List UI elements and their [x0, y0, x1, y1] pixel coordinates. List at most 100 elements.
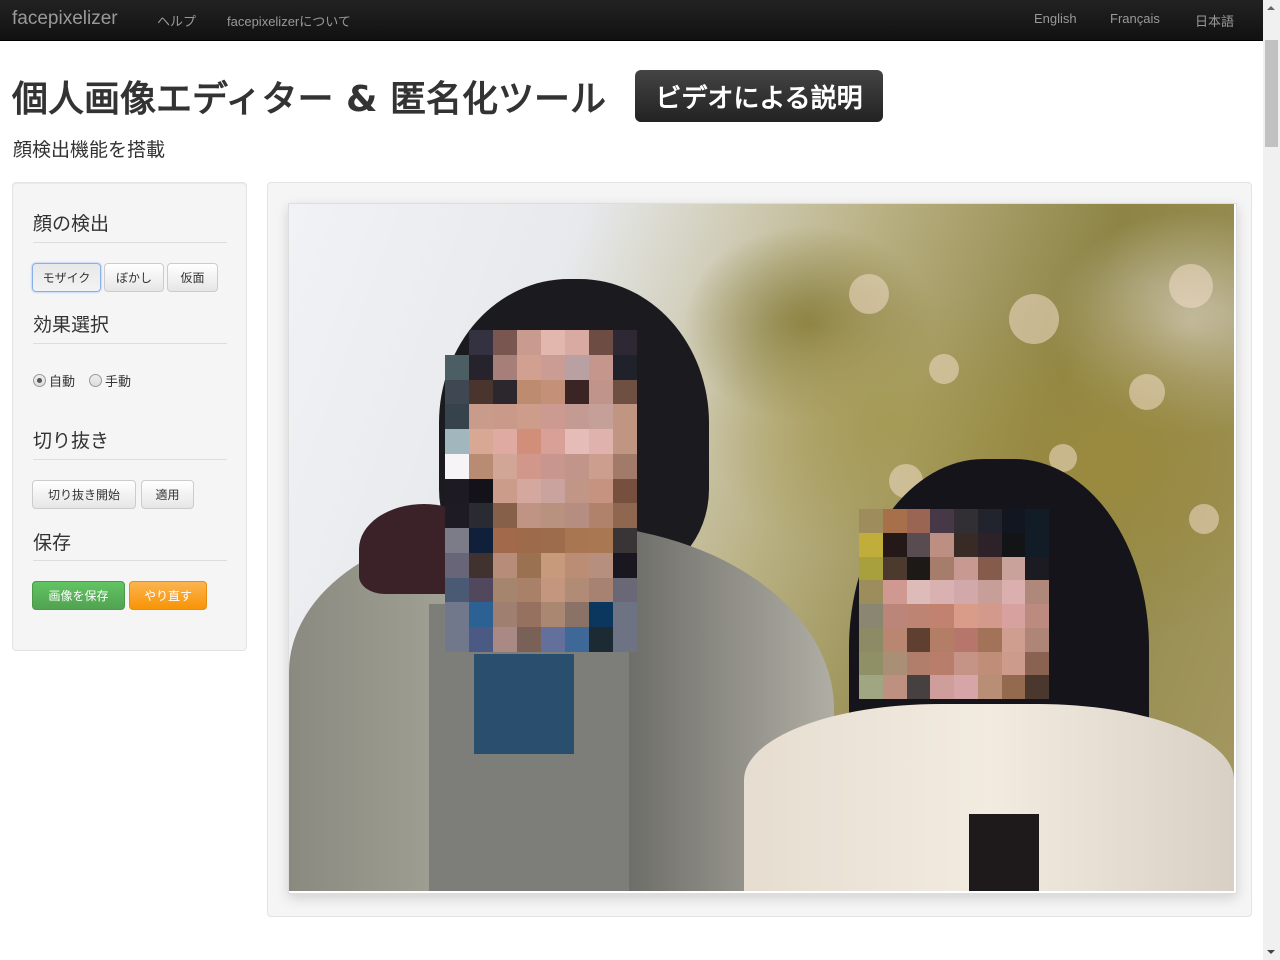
mosaic-pixel [930, 532, 954, 557]
mosaic-pixel [445, 627, 469, 652]
mosaic-pixel [445, 503, 469, 529]
mosaic-pixel [859, 580, 883, 604]
auto-radio-label[interactable]: 自動 [49, 371, 75, 390]
mosaic-pixel [1001, 509, 1026, 533]
mosaic-pixel [565, 379, 589, 405]
video-explanation-button[interactable]: ビデオによる説明 [635, 70, 883, 122]
mosaic-pixel [565, 503, 589, 529]
mosaic-pixel [565, 552, 589, 578]
mosaic-button[interactable]: モザイク [32, 263, 101, 292]
mosaic-pixel [469, 552, 493, 578]
mosaic-pixel [589, 429, 613, 454]
mosaic-pixel [930, 556, 954, 581]
mosaic-pixel [517, 602, 541, 628]
manual-radio-label[interactable]: 手動 [105, 371, 131, 390]
mosaic-pixel [469, 503, 493, 529]
save-image-button[interactable]: 画像を保存 [32, 581, 125, 610]
mosaic-pixel [882, 651, 907, 676]
image-canvas[interactable] [288, 203, 1237, 894]
mosaic-pixel [445, 552, 469, 578]
mosaic-pixel [906, 604, 931, 628]
mosaic-pixel [493, 552, 517, 578]
mosaic-pixel [882, 532, 907, 557]
mosaic-pixel [1025, 675, 1049, 699]
mosaic-pixel [541, 478, 565, 504]
mosaic-pixel [859, 604, 883, 628]
mosaic-pixel [882, 509, 907, 533]
mosaic-pixel [613, 478, 637, 504]
scroll-up-arrow-icon[interactable] [1267, 6, 1275, 10]
brand-logo[interactable]: facepixelizer [12, 8, 118, 30]
mosaic-pixel [589, 627, 613, 652]
top-navbar: facepixelizer ヘルプ facepixelizerについて Engl… [0, 0, 1263, 41]
mosaic-pixel [977, 675, 1002, 699]
scrollbar-thumb[interactable] [1265, 40, 1278, 147]
redo-button[interactable]: やり直す [129, 581, 207, 610]
divider [33, 343, 227, 344]
mosaic-pixel [977, 580, 1002, 604]
mosaic-pixel [1001, 627, 1026, 652]
mosaic-pixel [1025, 556, 1049, 581]
mosaic-pixel [613, 528, 637, 553]
mosaic-pixel [541, 577, 565, 603]
mosaic-pixel [954, 604, 978, 628]
mosaic-pixel [493, 528, 517, 553]
mosaic-pixel [954, 651, 978, 676]
lang-japanese-link[interactable]: 日本語 [1195, 11, 1234, 30]
mosaic-pixel [954, 627, 978, 652]
mosaic-pixel [1025, 580, 1049, 604]
nav-help-link[interactable]: ヘルプ [157, 11, 196, 30]
mosaic-pixel [445, 453, 469, 479]
lang-french-link[interactable]: Français [1110, 11, 1160, 26]
mosaic-pixel [906, 532, 931, 557]
mosaic-pixel [517, 577, 541, 603]
mosaic-pixel [1001, 651, 1026, 676]
mask-button[interactable]: 仮面 [167, 263, 218, 292]
mosaic-pixel [493, 379, 517, 405]
mosaic-pixel [493, 503, 517, 529]
manual-radio[interactable] [89, 374, 103, 387]
mosaic-pixel [469, 528, 493, 553]
mosaic-pixel [589, 404, 613, 430]
pixelated-face-1[interactable] [445, 330, 637, 652]
auto-radio[interactable] [33, 374, 46, 387]
mosaic-pixel [445, 478, 469, 504]
mosaic-pixel [541, 453, 565, 479]
mosaic-pixel [445, 330, 469, 355]
mosaic-pixel [541, 330, 565, 355]
mosaic-pixel [493, 577, 517, 603]
mosaic-pixel [906, 556, 931, 581]
mosaic-pixel [565, 404, 589, 430]
mosaic-pixel [469, 379, 493, 405]
start-crop-button[interactable]: 切り抜き開始 [32, 480, 136, 509]
section-title-effect-selection: 効果選択 [33, 314, 110, 336]
mosaic-pixel [613, 552, 637, 578]
mosaic-pixel [469, 602, 493, 628]
nav-about-link[interactable]: facepixelizerについて [227, 11, 351, 30]
mosaic-pixel [517, 453, 541, 479]
mosaic-pixel [565, 429, 589, 454]
mosaic-pixel [517, 478, 541, 504]
mosaic-pixel [517, 354, 541, 380]
mosaic-pixel [445, 404, 469, 430]
mosaic-pixel [954, 556, 978, 581]
mosaic-pixel [1025, 509, 1049, 533]
mosaic-pixel [493, 330, 517, 355]
scroll-down-arrow-icon[interactable] [1267, 950, 1275, 954]
mosaic-pixel [1001, 604, 1026, 628]
lang-english-link[interactable]: English [1034, 11, 1077, 26]
mosaic-pixel [517, 503, 541, 529]
edited-photo[interactable] [289, 204, 1234, 891]
divider [33, 459, 227, 460]
blur-button[interactable]: ぼかし [104, 263, 164, 292]
mosaic-pixel [541, 429, 565, 454]
vertical-scrollbar[interactable] [1263, 0, 1280, 960]
mosaic-pixel [589, 330, 613, 355]
mosaic-pixel [613, 577, 637, 603]
section-title-crop: 切り抜き [33, 430, 110, 452]
pixelated-face-2[interactable] [859, 509, 1049, 699]
mosaic-pixel [469, 330, 493, 355]
mosaic-pixel [469, 404, 493, 430]
mosaic-pixel [541, 627, 565, 652]
apply-crop-button[interactable]: 適用 [141, 480, 194, 509]
